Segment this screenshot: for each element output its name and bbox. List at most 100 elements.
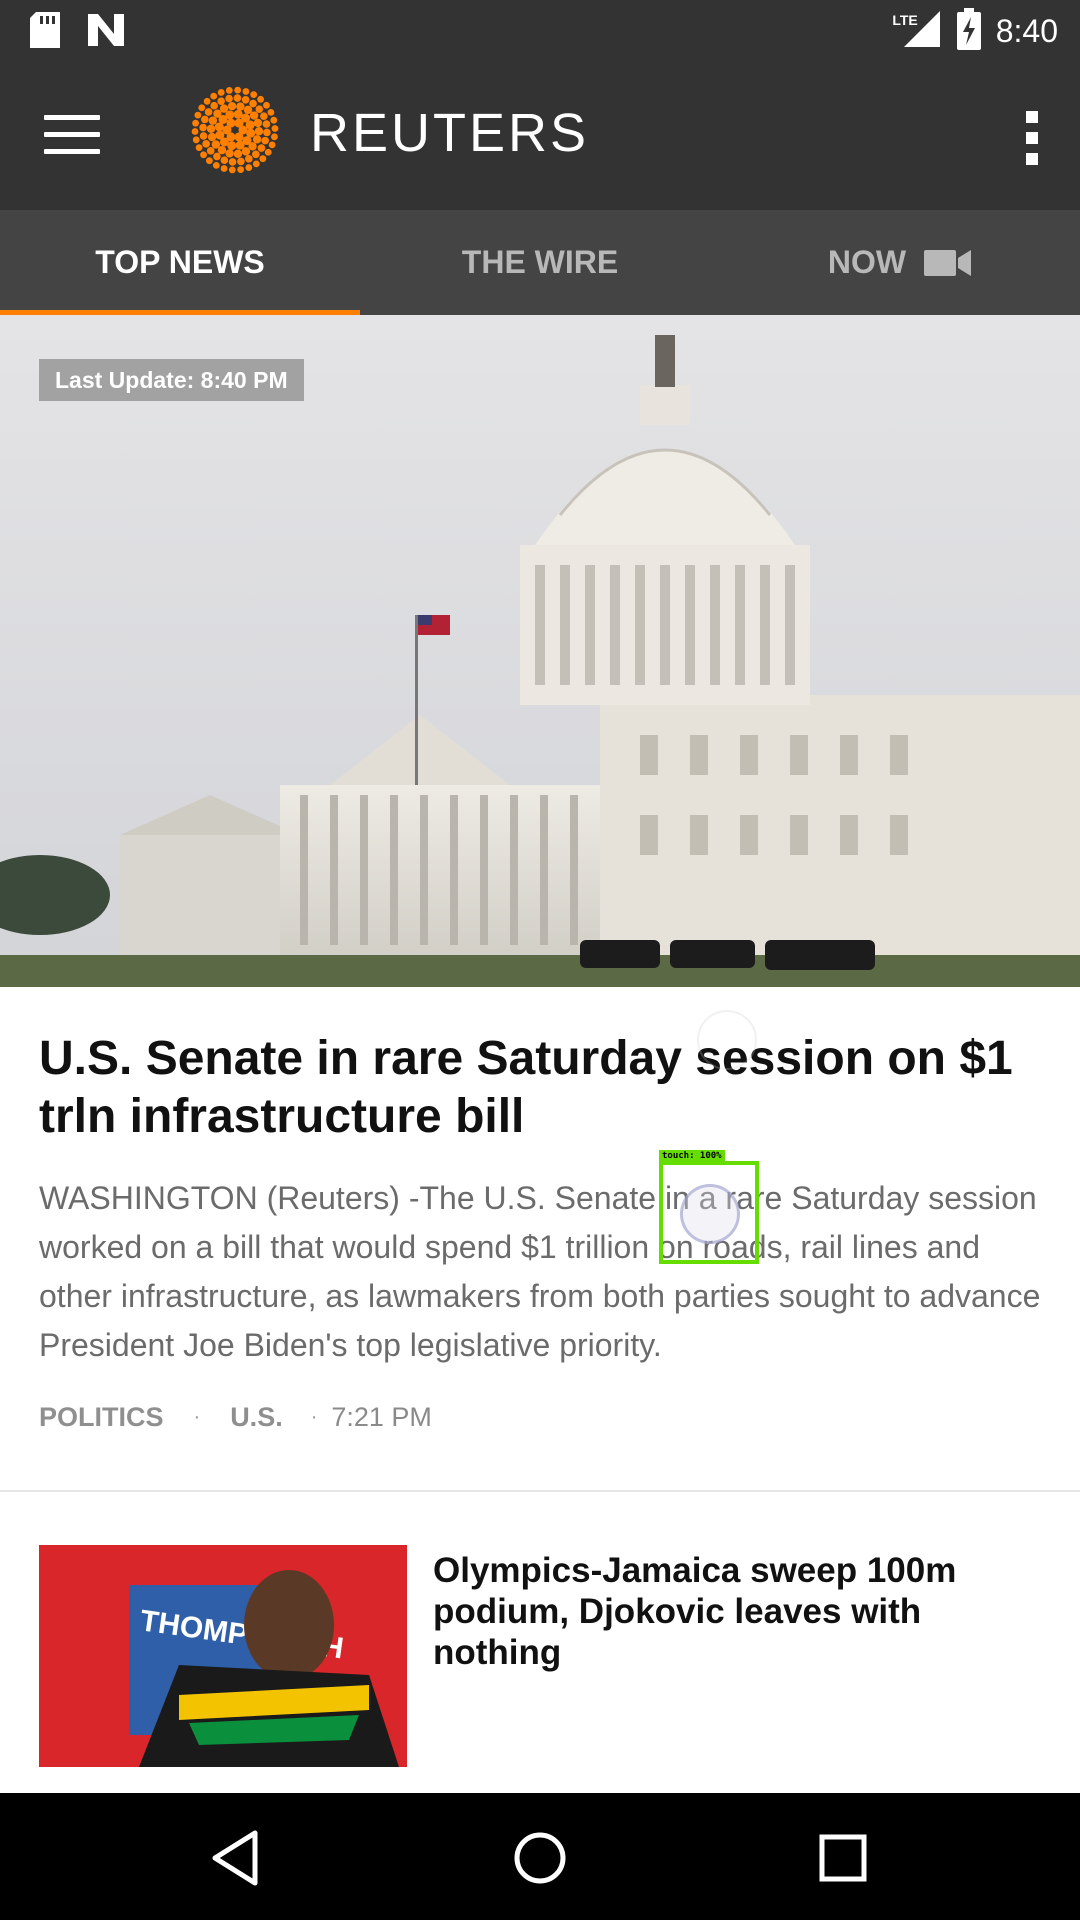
story-headline[interactable]: Olympics-Jamaica sweep 100m podium, Djok… [433,1550,1023,1673]
overflow-menu-icon[interactable] [1020,111,1044,169]
logo-dot [237,157,245,166]
meta-separator: · [310,1406,318,1428]
logo-dot [252,160,260,168]
reuters-logo: REUTERS [188,83,589,182]
home-icon[interactable] [505,1823,575,1893]
category-tag-politics[interactable]: POLITICS [39,1402,164,1433]
logo-dot [199,123,207,132]
tab-now[interactable]: NOW [720,210,1080,315]
story-time: 7:21 PM [331,1402,432,1432]
logo-dot [192,136,200,144]
meta-separator: · [193,1406,201,1428]
logo-dot [201,115,209,124]
logo-dot [257,95,265,103]
touch-indicator [680,1184,740,1244]
tab-label: TOP NEWS [95,244,265,280]
logo-dot [195,144,203,152]
logo-dot [253,118,263,128]
app-bar: REUTERS [0,63,1080,210]
brand-name: REUTERS [310,102,590,163]
logo-dot [206,147,215,155]
tab-label: THE WIRE [461,244,619,280]
logo-dot [228,158,237,166]
logo-dot [207,132,217,142]
recents-icon[interactable] [808,1823,878,1893]
hamburger-menu-icon[interactable] [44,115,100,159]
logo-dot [217,89,225,96]
logo-dot [194,111,202,119]
logo-dot [191,128,199,135]
logo-dot [208,116,218,125]
back-icon[interactable] [200,1823,270,1893]
logo-dot [227,101,237,111]
logo-dot [228,166,236,174]
logo-dot [234,132,244,142]
logo-dot [225,149,234,158]
logo-dot [252,135,262,144]
category-tag-us[interactable]: U.S. [230,1402,283,1433]
logo-dot [268,141,276,149]
logo-dot [203,97,211,105]
clock: 8:40 [995,13,1058,49]
tab-label: NOW [827,244,907,280]
logo-dot [220,156,229,164]
us-capitol-photo [0,315,1080,987]
logo-dot [199,132,208,140]
logo-dot [260,112,268,120]
logo-dot [263,128,271,137]
logo-dot [237,166,245,173]
logo-dot [198,104,206,112]
logo-dot [254,127,264,136]
logo-dot [261,136,269,145]
network-type: LTE [892,11,918,28]
story-meta: POLITICS · U.S. · 7:21 PM [39,1402,432,1433]
logo-dot [225,87,233,94]
logo-dot [245,155,253,163]
n-notification-icon [86,12,126,53]
logo-dot [217,97,225,105]
tab-the-wire[interactable]: THE WIRE [360,210,720,315]
logo-dot [249,99,257,108]
logo-dot [233,94,242,102]
logo-dot [263,101,270,109]
logo-dot [219,104,229,113]
tab-top-news[interactable]: TOP NEWS [0,210,360,315]
logo-dot [252,150,260,159]
video-camera-icon [924,248,972,278]
logo-dot [225,94,233,103]
logo-dot [210,101,218,110]
story-card[interactable]: THOMPSON-H Olympics-Jamaica sweep 100m p… [0,1545,1080,1767]
logo-dot [255,105,264,113]
logo-dot [192,119,199,127]
logo-dot [257,144,266,152]
logo-dot [205,157,213,165]
logo-dot [271,133,278,141]
story-thumbnail: THOMPSON-H [39,1545,407,1767]
logo-dot [264,148,272,156]
logo-dot [245,164,253,171]
logo-dot [250,91,258,99]
lead-summary[interactable]: WASHINGTON (Reuters) -The U.S. Senate in… [39,1174,1049,1370]
hero-image[interactable]: Last Update: 8:40 PM [0,315,1080,987]
logo-dot [271,125,279,132]
logo-dot [270,116,278,124]
logo-dot [215,130,225,140]
ghost-touch-indicator [697,1010,757,1070]
battery-charging-icon [956,8,982,55]
logo-dot [259,155,267,163]
logo-dot [241,96,250,104]
system-nav-bar [0,1793,1080,1920]
reuters-logo-icon [188,83,282,182]
logo-dot [212,161,220,169]
tab-bar: TOP NEWS THE WIRE NOW [0,210,1080,315]
logo-dot [233,149,243,159]
logo-dot [267,108,275,116]
logo-dot [242,88,250,95]
logo-dot [245,120,255,130]
status-bar: LTE 8:40 [0,0,1080,63]
last-update-badge: Last Update: 8:40 PM [39,359,304,401]
lead-headline[interactable]: U.S. Senate in rare Saturday session on … [39,1030,1039,1146]
logo-dot [236,102,245,111]
logo-dot [202,140,210,148]
logo-dot [249,111,259,120]
